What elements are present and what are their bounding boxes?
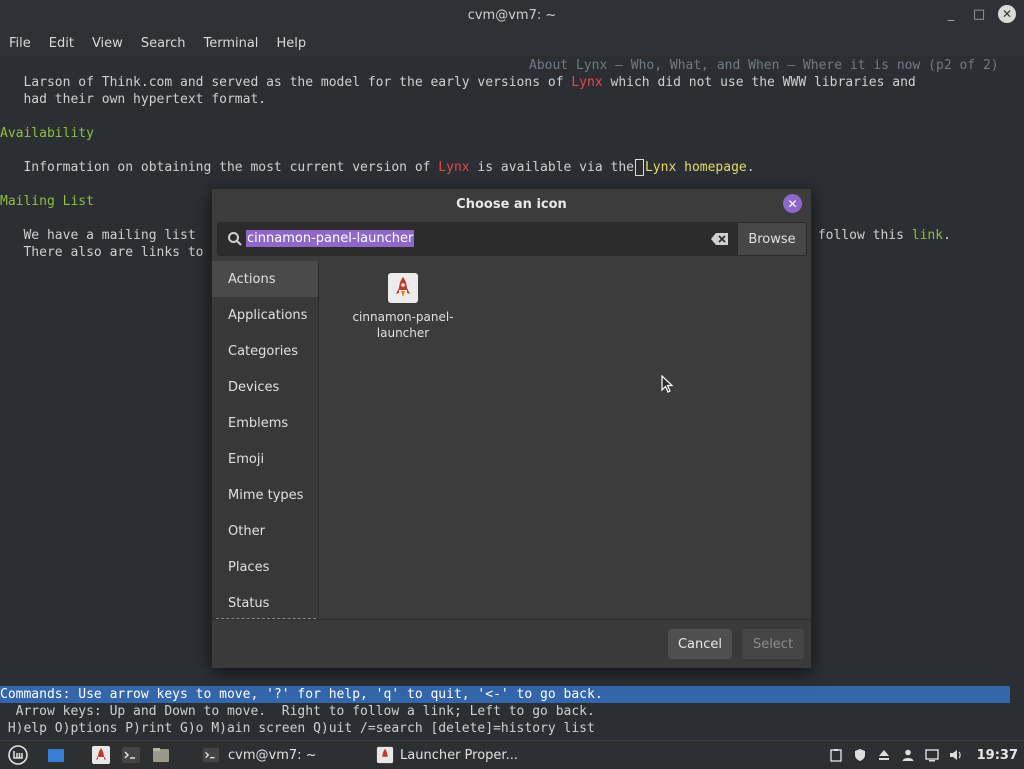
category-other[interactable]: Other: [212, 513, 318, 549]
clipboard-icon[interactable]: [829, 748, 843, 762]
text: Larson of Think.com and served as the mo…: [0, 75, 572, 90]
dialog-footer: Cancel Select: [212, 619, 811, 668]
page-header: About Lynx — Who, What, and When — Where…: [529, 58, 999, 73]
select-button[interactable]: Select: [742, 629, 804, 659]
shield-icon[interactable]: [853, 748, 867, 762]
terminal-launcher-icon[interactable]: [121, 745, 141, 765]
menubar: File Edit View Search Terminal Help: [0, 30, 1024, 56]
menu-terminal[interactable]: Terminal: [194, 36, 267, 51]
terminal-icon: [202, 747, 220, 763]
category-emblems[interactable]: Emblems: [212, 405, 318, 441]
launcher-icon: [376, 746, 394, 764]
browse-button[interactable]: Browse: [737, 222, 807, 256]
icon-search-input[interactable]: cinnamon-panel-launcher: [217, 222, 738, 256]
text: which did not use the WWW libraries and: [602, 75, 916, 90]
window-title: cvm@vm7: ~: [467, 7, 557, 23]
icon-result-item[interactable]: cinnamon-panel- launcher: [345, 273, 461, 341]
category-categories[interactable]: Categories: [212, 333, 318, 369]
text: follow this: [810, 228, 912, 243]
lynx-homepage-link[interactable]: Lynx homepage: [645, 160, 747, 175]
text-cursor: [634, 159, 644, 176]
rocket-icon: [388, 273, 418, 303]
system-tray: 19:37: [829, 741, 1024, 769]
cancel-button[interactable]: Cancel: [668, 629, 732, 659]
terminal-line: Larson of Think.com and served as the mo…: [0, 74, 916, 91]
terminal-line: follow this link.: [810, 227, 951, 244]
menu-help[interactable]: Help: [267, 36, 315, 51]
terminal-line: There also are links to: [0, 245, 204, 260]
category-places[interactable]: Places: [212, 549, 318, 585]
heading-availability: Availability: [0, 126, 94, 141]
dialog-close-button[interactable]: ✕: [783, 194, 802, 213]
icon-result-label-1: cinnamon-panel-: [352, 310, 454, 324]
category-applications[interactable]: Applications: [212, 297, 318, 333]
text: is available via the: [469, 160, 634, 175]
clock[interactable]: 19:37: [977, 748, 1018, 763]
files-launcher-icon[interactable]: [151, 745, 171, 765]
minimize-button[interactable]: _: [942, 5, 960, 23]
category-emoji[interactable]: Emoji: [212, 441, 318, 477]
category-devices[interactable]: Devices: [212, 369, 318, 405]
heading-mailing-list: Mailing List: [0, 194, 94, 209]
eject-icon[interactable]: [877, 748, 891, 762]
mint-menu-icon[interactable]: [8, 745, 28, 765]
lynx-text: Lynx: [438, 160, 470, 175]
dialog-title: Choose an icon: [456, 196, 567, 212]
choose-icon-dialog: Choose an icon ✕ cinnamon-panel-launcher…: [211, 188, 812, 668]
menu-view[interactable]: View: [83, 36, 132, 51]
category-actions[interactable]: Actions: [212, 261, 318, 297]
taskbar-window-label: cvm@vm7: ~: [228, 747, 317, 763]
taskbar-window-terminal[interactable]: cvm@vm7: ~: [202, 743, 317, 767]
help-line-2: H)elp O)ptions P)rint G)o M)ain screen Q…: [0, 721, 595, 736]
show-desktop-icon[interactable]: [46, 745, 66, 765]
menu-file[interactable]: File: [0, 36, 40, 51]
launcher-rocket-icon[interactable]: [91, 745, 111, 765]
taskbar-window-launcher[interactable]: Launcher Proper...: [376, 743, 518, 767]
terminal-line: We have a mailing list: [0, 228, 196, 243]
menu-search[interactable]: Search: [132, 36, 195, 51]
text: .: [746, 160, 755, 175]
help-line-1: Arrow keys: Up and Down to move. Right t…: [0, 704, 595, 719]
user-icon[interactable]: [901, 748, 915, 762]
maximize-button[interactable]: □: [970, 5, 988, 23]
icon-result-label-2: launcher: [376, 326, 430, 340]
window-titlebar: cvm@vm7: ~ _ □ ✕: [0, 0, 1024, 30]
icon-results: cinnamon-panel- launcher: [319, 261, 811, 619]
mouse-pointer-icon: [661, 375, 673, 393]
text: .: [943, 228, 951, 243]
display-icon[interactable]: [924, 748, 939, 762]
window-controls: _ □ ✕: [942, 5, 1016, 23]
search-value: cinnamon-panel-launcher: [246, 230, 415, 247]
lynx-link[interactable]: Lynx: [571, 75, 602, 90]
category-sidebar: Actions Applications Categories Devices …: [212, 261, 319, 619]
taskbar-window-label: Launcher Proper...: [400, 747, 518, 763]
terminal-line: had their own hypertext format.: [0, 92, 267, 107]
close-icon: ✕: [787, 196, 798, 211]
volume-icon[interactable]: [949, 748, 963, 762]
search-icon: [228, 232, 242, 246]
category-status[interactable]: Status: [212, 585, 318, 621]
mailing-link[interactable]: link: [912, 228, 943, 243]
taskbar: cvm@vm7: ~ Launcher Proper... 19:37: [0, 740, 1024, 769]
close-button[interactable]: ✕: [998, 5, 1016, 23]
text: Information on obtaining the most curren…: [0, 160, 439, 175]
category-mime-types[interactable]: Mime types: [212, 477, 318, 513]
commands-bar: Commands: Use arrow keys to move, '?' fo…: [0, 686, 1010, 703]
clear-text-icon[interactable]: [711, 232, 729, 246]
terminal-line: Information on obtaining the most curren…: [0, 159, 755, 176]
menu-edit[interactable]: Edit: [40, 36, 83, 51]
